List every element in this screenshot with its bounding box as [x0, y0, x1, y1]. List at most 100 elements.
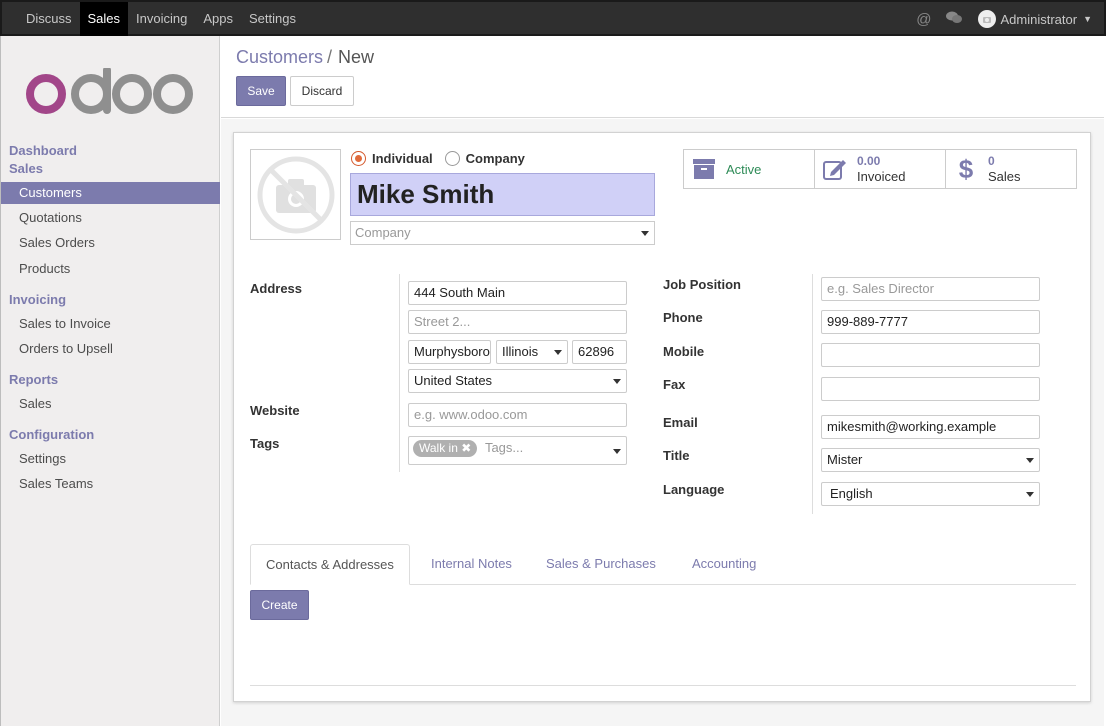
radio-company-label[interactable]: Company	[466, 151, 525, 166]
mobile-label: Mobile	[663, 344, 705, 359]
control-panel: Customers / New Save Discard	[221, 36, 1104, 118]
job-position-input[interactable]: e.g. Sales Director	[821, 277, 1040, 301]
sidebar-item-quotations[interactable]: Quotations	[1, 207, 220, 229]
tag-chip: Walk in ✖	[413, 440, 478, 457]
address-label: Address	[250, 281, 303, 296]
sidebar-section-reports: Reports	[9, 372, 59, 387]
zip-input[interactable]: 62896	[572, 340, 627, 364]
tags-input[interactable]: Walk in ✖ Tags...	[408, 436, 627, 465]
archive-box-icon	[692, 159, 716, 179]
email-label: Email	[663, 415, 698, 430]
title-value: Mister	[827, 452, 863, 467]
user-area: @ Administrator ▼	[902, 2, 1092, 36]
mobile-input[interactable]	[821, 343, 1040, 367]
radio-individual-label[interactable]: Individual	[372, 151, 433, 166]
sidebar-item-sales-orders[interactable]: Sales Orders	[1, 232, 220, 254]
tab-contacts-addresses[interactable]: Contacts & Addresses	[250, 544, 410, 585]
dollar-icon: $	[958, 153, 974, 184]
sidebar-item-reports-sales[interactable]: Sales	[1, 393, 220, 415]
company-select[interactable]: Company	[350, 221, 655, 245]
radio-individual[interactable]	[351, 151, 366, 166]
phone-input[interactable]: 999-889-7777	[821, 310, 1040, 334]
sidebar-section-sales: Sales	[9, 161, 43, 176]
partner-name-input[interactable]: Mike Smith	[350, 173, 655, 216]
pencil-square-icon	[823, 158, 847, 180]
language-select[interactable]: English	[821, 482, 1040, 506]
sidebar-item-sales-to-invoice[interactable]: Sales to Invoice	[1, 313, 220, 335]
breadcrumb-customers[interactable]: Customers	[236, 47, 323, 67]
chat-bubbles-icon[interactable]	[945, 11, 962, 28]
partner-type-radios: Individual Company	[351, 151, 525, 166]
app-menu: Discuss Sales Invoicing Apps Settings	[18, 2, 304, 36]
active-label: Active	[726, 161, 762, 177]
chevron-down-icon	[1026, 492, 1034, 497]
notebook-tabs: Contacts & Addresses Internal Notes Sale…	[250, 544, 1076, 585]
company-placeholder: Company	[355, 225, 411, 240]
partner-photo[interactable]	[250, 149, 341, 240]
city-input[interactable]: Murphysboro	[408, 340, 491, 364]
street-input[interactable]: 444 South Main	[408, 281, 627, 305]
chevron-down-icon	[613, 449, 621, 454]
menu-apps[interactable]: Apps	[195, 2, 241, 36]
country-select[interactable]: United States	[408, 369, 627, 393]
website-input[interactable]: e.g. www.odoo.com	[408, 403, 627, 427]
discard-button[interactable]: Discard	[290, 76, 354, 106]
sidebar-section-invoicing: Invoicing	[9, 292, 67, 307]
tags-label: Tags	[250, 436, 280, 451]
user-name[interactable]: Administrator	[1001, 12, 1078, 27]
tab-sales-purchases[interactable]: Sales & Purchases	[531, 544, 671, 585]
street2-input[interactable]: Street 2...	[408, 310, 627, 334]
language-label: Language	[663, 482, 725, 497]
active-toggle-button[interactable]: Active	[684, 150, 815, 188]
form-sheet: Individual Company Mike Smith Company Ac…	[233, 132, 1091, 702]
website-label: Website	[250, 403, 300, 418]
menu-settings[interactable]: Settings	[241, 2, 304, 36]
tag-remove-icon[interactable]: ✖	[461, 441, 471, 455]
country-value: United States	[414, 373, 493, 388]
sidebar-item-settings[interactable]: Settings	[1, 448, 220, 470]
top-navbar: Discuss Sales Invoicing Apps Settings @ …	[0, 0, 1106, 36]
email-input[interactable]: mikesmith@working.example	[821, 415, 1040, 439]
title-select[interactable]: Mister	[821, 448, 1040, 472]
sidebar-section-dashboard[interactable]: Dashboard	[9, 143, 77, 158]
user-avatar-icon[interactable]	[977, 10, 996, 28]
odoo-logo[interactable]	[25, 68, 195, 116]
menu-invoicing[interactable]: Invoicing	[128, 2, 195, 36]
tab-accounting[interactable]: Accounting	[677, 544, 771, 585]
tags-placeholder: Tags...	[484, 440, 524, 455]
tab-internal-notes[interactable]: Internal Notes	[416, 544, 527, 585]
smart-buttons: Active 0.00 Invoiced $ 0 Sales	[683, 149, 1077, 189]
chevron-down-icon	[554, 350, 562, 355]
invoiced-label: Invoiced	[857, 169, 906, 184]
sidebar: Dashboard Sales Customers Quotations Sal…	[0, 36, 220, 726]
save-button[interactable]: Save	[236, 76, 286, 106]
phone-label: Phone	[663, 310, 703, 325]
fax-label: Fax	[663, 377, 686, 392]
invoiced-button[interactable]: 0.00 Invoiced	[815, 150, 946, 188]
sidebar-item-products[interactable]: Products	[1, 258, 220, 280]
breadcrumb-current: New	[338, 47, 375, 67]
sidebar-item-orders-to-upsell[interactable]: Orders to Upsell	[1, 338, 220, 360]
left-group-divider	[399, 274, 400, 472]
sidebar-item-customers[interactable]: Customers	[1, 182, 220, 204]
form-content: Individual Company Mike Smith Company Ac…	[221, 119, 1104, 726]
menu-discuss[interactable]: Discuss	[18, 2, 80, 36]
radio-company[interactable]	[444, 151, 460, 166]
sales-label: Sales	[988, 169, 1021, 184]
right-group-divider	[812, 274, 813, 514]
breadcrumb: Customers / New	[236, 47, 374, 68]
sidebar-item-sales-teams[interactable]: Sales Teams	[1, 473, 220, 495]
user-caret-icon[interactable]: ▼	[1083, 14, 1092, 24]
state-select[interactable]: Illinois	[496, 340, 568, 364]
fax-input[interactable]	[821, 377, 1040, 401]
chevron-down-icon	[641, 231, 649, 236]
breadcrumb-separator: /	[327, 47, 333, 67]
sales-button[interactable]: $ 0 Sales	[946, 150, 1076, 188]
title-label: Title	[663, 448, 690, 463]
invoiced-value: 0.00	[857, 154, 881, 168]
create-contact-button[interactable]: Create	[250, 590, 309, 620]
chevron-down-icon	[1026, 458, 1034, 463]
menu-sales[interactable]: Sales	[79, 2, 129, 36]
at-mention-icon[interactable]: @	[916, 11, 931, 28]
tag-label: Walk in	[419, 441, 458, 455]
